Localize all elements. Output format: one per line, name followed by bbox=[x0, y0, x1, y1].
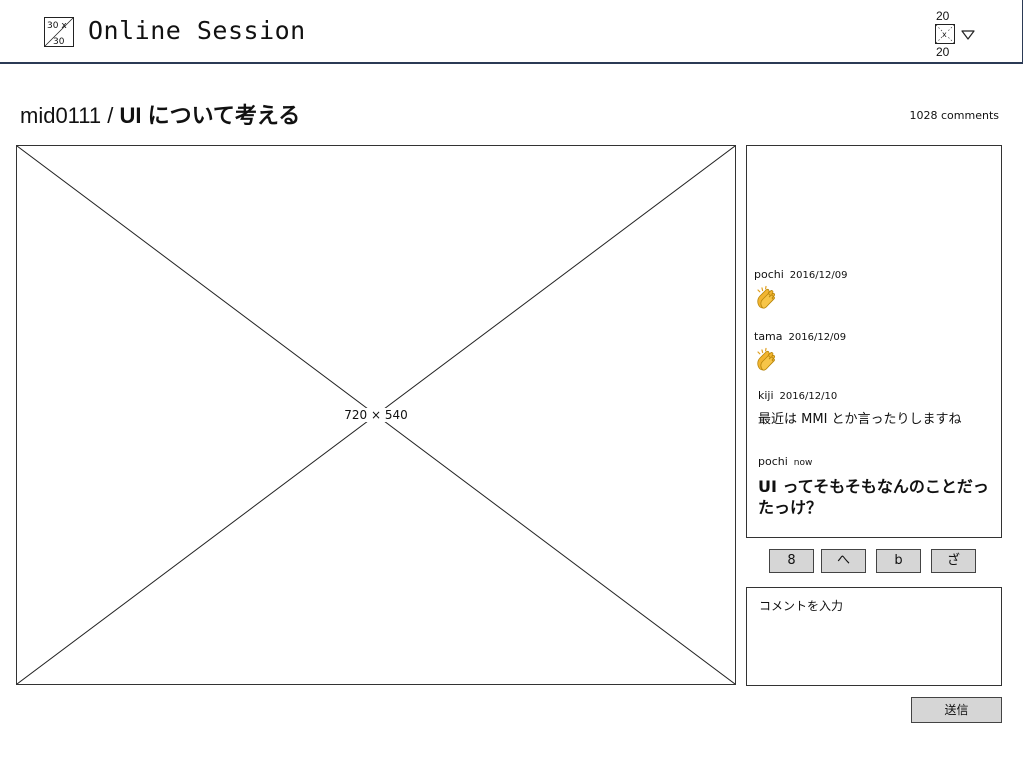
comment-item: pochi 2016/12/09 bbox=[754, 268, 993, 311]
reaction-button[interactable]: b bbox=[876, 549, 921, 573]
reaction-button[interactable]: 8 bbox=[769, 549, 814, 573]
logo-label-top: 30 x bbox=[47, 21, 67, 31]
user-avatar[interactable]: x bbox=[935, 24, 955, 44]
app-title: Online Session bbox=[88, 16, 306, 45]
app-logo[interactable]: 30 x 30 bbox=[44, 17, 74, 47]
image-placeholder-icon: x bbox=[935, 24, 955, 44]
avatar-label-top: 20 bbox=[936, 9, 950, 23]
reaction-button[interactable]: ざ bbox=[931, 549, 976, 573]
comment-count: 1028 comments bbox=[909, 109, 999, 122]
video-size-label: 720 × 540 bbox=[342, 408, 410, 422]
comment-date: 2016/12/09 bbox=[789, 270, 848, 281]
comment-author: pochi bbox=[758, 455, 788, 468]
reaction-button[interactable]: へ bbox=[821, 549, 866, 573]
comment-date: 2016/12/09 bbox=[788, 332, 847, 343]
svg-text:x: x bbox=[942, 30, 947, 39]
comment-date: 2016/12/10 bbox=[779, 391, 838, 402]
send-button[interactable]: 送信 bbox=[911, 697, 1002, 723]
triangle-down-icon bbox=[961, 30, 975, 40]
comment-author: kiji bbox=[758, 389, 774, 402]
comment-list[interactable]: pochi 2016/12/09 tama 2016/12/09 kiji 20… bbox=[746, 145, 1002, 538]
comment-item: kiji 2016/12/10 最近は MMI とか言ったりしますね bbox=[758, 389, 993, 427]
comment-meta: kiji 2016/12/10 bbox=[758, 389, 993, 402]
comment-text: 最近は MMI とか言ったりしますね bbox=[758, 412, 962, 427]
clapping-hands-icon bbox=[757, 347, 776, 371]
comment-author: pochi bbox=[754, 268, 784, 281]
page-title: mid0111 / UI について考える bbox=[20, 98, 300, 130]
comment-author: tama bbox=[754, 330, 783, 343]
image-placeholder-icon: 30 x 30 bbox=[44, 17, 74, 47]
comment-meta: tama 2016/12/09 bbox=[754, 330, 993, 343]
comment-text: UI ってそもそもなんのことだったっけ？ bbox=[758, 477, 989, 517]
title-separator: / bbox=[101, 103, 120, 128]
comment-input[interactable] bbox=[746, 587, 1002, 686]
comment-date: now bbox=[793, 458, 813, 468]
app-header: 30 x 30 Online Session 20 x 20 bbox=[0, 0, 1023, 63]
comment-item: tama 2016/12/09 bbox=[754, 330, 993, 373]
clapping-hands-icon bbox=[757, 285, 776, 309]
comment-meta: pochi now bbox=[758, 455, 993, 468]
avatar-label-bottom: 20 bbox=[936, 45, 950, 59]
logo-label-bottom: 30 bbox=[53, 37, 65, 47]
comment-meta: pochi 2016/12/09 bbox=[754, 268, 993, 281]
user-menu-toggle[interactable] bbox=[960, 26, 976, 40]
video-player[interactable]: 720 × 540 bbox=[16, 145, 736, 685]
session-title: UI について考える bbox=[119, 103, 301, 128]
room-id: mid0111 bbox=[20, 103, 102, 128]
comment-item: pochi now UI ってそもそもなんのことだったっけ？ bbox=[758, 455, 993, 518]
